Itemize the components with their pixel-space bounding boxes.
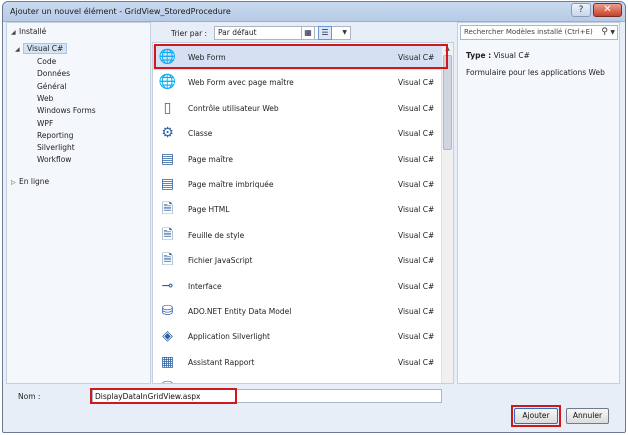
template-row[interactable]: ⛁ Base de données locale SQL Server Compa…: [153, 375, 442, 384]
template-language: Visual C#: [398, 383, 434, 384]
details-view-button[interactable]: ☰: [318, 26, 332, 40]
template-row[interactable]: ▤ Page maître imbriquée Visual C#: [153, 172, 442, 197]
template-row[interactable]: ⚙ Classe Visual C#: [153, 121, 442, 146]
collapse-arrow-icon[interactable]: ◢: [11, 29, 19, 36]
template-row[interactable]: ◈ Application Silverlight Visual C#: [153, 324, 442, 349]
chevron-down-icon[interactable]: ▼: [610, 26, 615, 39]
template-search-input[interactable]: Rechercher Modèles installé (Ctrl+E) ⚲ ▼: [460, 25, 618, 40]
scroll-thumb[interactable]: [443, 55, 452, 150]
interface-icon: ⊸: [161, 277, 174, 294]
template-category-tree: ◢ Installé ◢ Visual C# Code Données Général W…: [6, 22, 151, 384]
tree-item-installed[interactable]: ◢ Installé: [11, 27, 46, 36]
tree-item-web[interactable]: Web: [37, 94, 53, 103]
html-page-icon: 🗎: [161, 201, 174, 218]
tree-item-g-n-ral[interactable]: Général: [37, 82, 67, 91]
tree-item-visual-csharp[interactable]: ◢ Visual C#: [15, 43, 68, 54]
type-line: Type : Visual C#: [466, 51, 530, 60]
template-language: Visual C#: [398, 78, 435, 88]
selection-highlight-annotation: [154, 44, 448, 69]
template-row[interactable]: ▯ Contrôle utilisateur Web Visual C#: [153, 96, 442, 121]
user-control-icon: ▯: [163, 99, 172, 116]
medium-icons-view-button[interactable]: ▦: [301, 26, 315, 40]
tree-item-windows-forms[interactable]: Windows Forms: [37, 106, 96, 115]
name-highlight-annotation: [90, 388, 237, 404]
collapse-arrow-icon[interactable]: ◢: [15, 46, 23, 53]
template-name: ADO.NET Entity Data Model: [188, 307, 292, 316]
template-language: Visual C#: [398, 256, 435, 266]
tree-item-online[interactable]: ▷ En ligne: [11, 177, 49, 186]
template-row[interactable]: 🗎 Fichier JavaScript Visual C#: [153, 248, 442, 273]
template-name: Page maître imbriquée: [188, 180, 274, 189]
template-language: Visual C#: [398, 332, 435, 342]
report-wizard-icon: ▦: [160, 353, 175, 370]
master-page-icon: ▤: [160, 150, 175, 167]
expand-arrow-icon[interactable]: ▷: [11, 179, 19, 186]
template-row[interactable]: ▦ Assistant Rapport Visual C#: [153, 350, 442, 375]
template-language: Visual C#: [398, 281, 435, 291]
template-row[interactable]: ⊸ Interface Visual C#: [153, 274, 442, 299]
tree-item-donn-es[interactable]: Données: [37, 69, 70, 78]
name-label: Nom :: [18, 392, 41, 401]
template-name: Contrôle utilisateur Web: [188, 103, 279, 113]
class-icon: ⚙: [161, 125, 174, 142]
window-title: Ajouter un nouvel élément - GridView_Sto…: [10, 7, 231, 16]
template-language: Visual C#: [398, 205, 435, 215]
list-scrollbar[interactable]: ▲: [441, 43, 453, 383]
tree-item-reporting[interactable]: Reporting: [37, 131, 73, 140]
template-language: Visual C#: [398, 357, 435, 367]
cancel-button[interactable]: Annuler: [566, 408, 609, 424]
template-language: Visual C#: [398, 129, 435, 139]
tree-item-workflow[interactable]: Workflow: [37, 155, 71, 164]
template-language: Visual C#: [398, 154, 435, 164]
chevron-down-icon: ▼: [342, 29, 347, 36]
globe-icon: 🌐: [158, 74, 177, 91]
template-name: Fichier JavaScript: [188, 256, 253, 266]
tree-item-wpf[interactable]: WPF: [37, 119, 53, 128]
template-language: Visual C#: [398, 103, 435, 113]
template-row[interactable]: ⛁ ADO.NET Entity Data Model Visual C#: [153, 299, 442, 324]
template-name: Application Silverlight: [188, 332, 270, 342]
template-row[interactable]: 🗎 Page HTML Visual C#: [153, 197, 442, 222]
template-name: Classe: [188, 129, 213, 139]
template-name: Base de données locale SQL Server Compac…: [188, 383, 371, 384]
help-button[interactable]: ?: [571, 3, 591, 17]
template-name: Page maître: [188, 154, 233, 164]
title-bar: Ajouter un nouvel élément - GridView_Sto…: [3, 2, 625, 22]
template-language: Visual C#: [398, 180, 435, 189]
tree-item-code[interactable]: Code: [37, 57, 56, 66]
template-list: 🌐 Web Form Visual C# 🌐 Web Form avec page ma…: [152, 42, 454, 384]
template-row[interactable]: 🌐 Web Form avec page maître Visual C#: [153, 70, 442, 95]
template-row[interactable]: 🗎 Feuille de style Visual C#: [153, 223, 442, 248]
template-description: Formulaire pour les applications Web: [466, 68, 605, 77]
details-panel: Rechercher Modèles installé (Ctrl+E) ⚲ ▼…: [457, 22, 620, 384]
stylesheet-icon: 🗎: [161, 226, 174, 243]
template-row[interactable]: ▤ Page maître Visual C#: [153, 147, 442, 172]
nested-master-page-icon: ▤: [160, 176, 175, 192]
template-name: Web Form avec page maître: [188, 78, 294, 88]
javascript-file-icon: 🗎: [161, 252, 174, 269]
template-language: Visual C#: [398, 307, 435, 316]
search-icon[interactable]: ⚲: [601, 26, 608, 39]
template-name: Feuille de style: [188, 230, 245, 240]
close-button[interactable]: ✕: [593, 3, 622, 17]
tree-item-silverlight[interactable]: Silverlight: [37, 143, 75, 152]
template-name: Page HTML: [188, 205, 230, 215]
entity-model-icon: ⛁: [161, 303, 174, 319]
silverlight-app-icon: ◈: [162, 328, 173, 345]
template-name: Interface: [188, 281, 222, 291]
template-name: Assistant Rapport: [188, 357, 255, 367]
sort-toolbar: Trier par : Par défaut ▼ ▦ ☰: [152, 24, 454, 42]
add-button-highlight-annotation: [511, 405, 561, 427]
sort-label: Trier par :: [171, 29, 208, 38]
database-icon: ⛁: [158, 378, 177, 383]
template-language: Visual C#: [398, 230, 435, 240]
